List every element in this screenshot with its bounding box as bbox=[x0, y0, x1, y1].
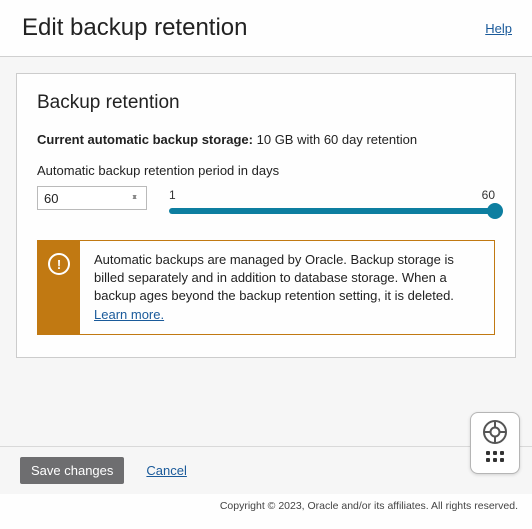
info-icon: ! bbox=[48, 253, 70, 275]
apps-grid-icon[interactable] bbox=[484, 451, 506, 467]
slider-max: 60 bbox=[482, 188, 495, 202]
help-link[interactable]: Help bbox=[485, 21, 512, 36]
slider-min: 1 bbox=[169, 188, 176, 202]
save-button[interactable]: Save changes bbox=[20, 457, 124, 484]
retention-days-input[interactable]: 60 ▲▼ bbox=[37, 186, 147, 210]
notice-gutter: ! bbox=[38, 241, 80, 334]
retention-days-value: 60 bbox=[44, 191, 58, 206]
storage-summary: Current automatic backup storage: 10 GB … bbox=[37, 132, 495, 147]
storage-label: Current automatic backup storage: bbox=[37, 132, 253, 147]
learn-more-link[interactable]: Learn more. bbox=[94, 307, 164, 322]
storage-value: 10 GB with 60 day retention bbox=[257, 132, 417, 147]
slider-thumb[interactable] bbox=[487, 203, 503, 219]
slider-label: Automatic backup retention period in day… bbox=[37, 163, 495, 178]
retention-slider[interactable] bbox=[169, 208, 495, 214]
page-title: Edit backup retention bbox=[22, 14, 247, 42]
help-dock bbox=[470, 412, 520, 474]
backup-retention-panel: Backup retention Current automatic backu… bbox=[16, 73, 516, 358]
panel-title: Backup retention bbox=[37, 92, 495, 114]
info-notice: ! Automatic backups are managed by Oracl… bbox=[37, 240, 495, 335]
cancel-link[interactable]: Cancel bbox=[146, 463, 186, 478]
notice-text: Automatic backups are managed by Oracle.… bbox=[94, 252, 454, 303]
copyright: Copyright © 2023, Oracle and/or its affi… bbox=[0, 494, 532, 512]
lifebuoy-icon[interactable] bbox=[482, 419, 508, 445]
